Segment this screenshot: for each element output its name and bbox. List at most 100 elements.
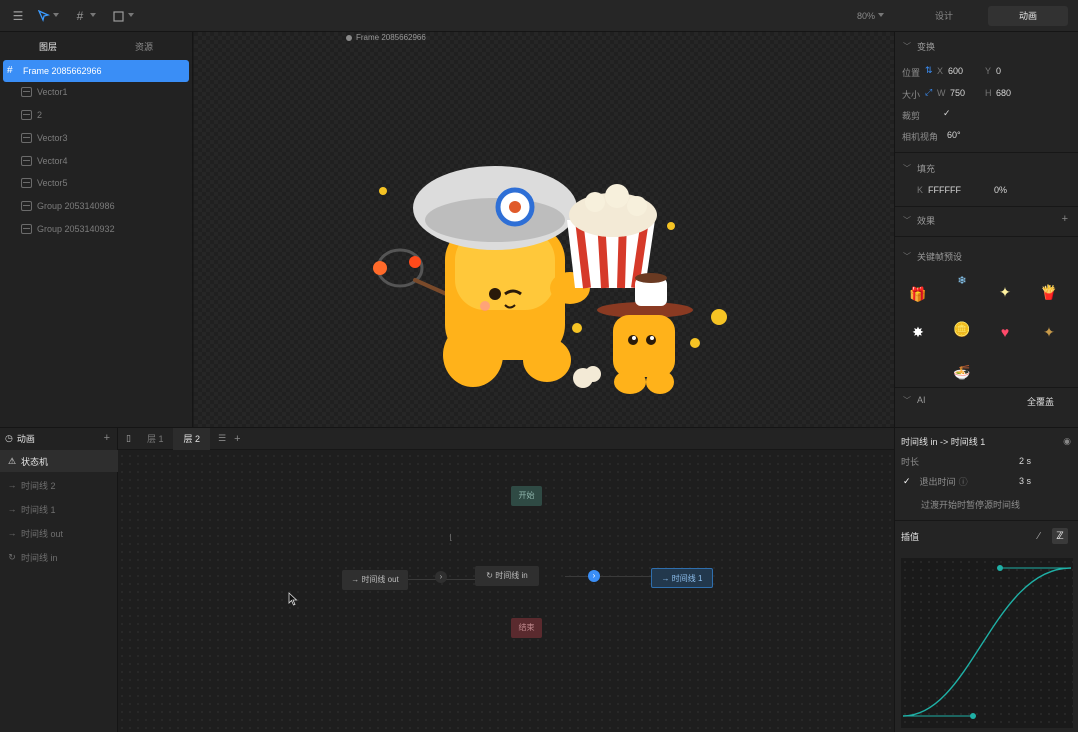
- layer-item[interactable]: Vector1: [0, 81, 193, 103]
- add-animation-button[interactable]: +: [104, 432, 110, 444]
- mascot-illustration[interactable]: [355, 160, 730, 400]
- layer-item[interactable]: Group 2053140932: [0, 218, 193, 240]
- link-icon[interactable]: ⇅: [925, 65, 933, 76]
- animation-item[interactable]: → 时间线 2: [0, 474, 118, 496]
- info-icon[interactable]: ⓘ: [959, 475, 968, 488]
- timeline-out-node[interactable]: → 时间线 out: [342, 570, 408, 590]
- tab-layer-2[interactable]: 层 2: [173, 427, 210, 450]
- chevron-down-icon: ﹀: [903, 41, 911, 51]
- layer-item[interactable]: Group 2053140986: [0, 195, 193, 217]
- pointer-icon[interactable]: [36, 8, 52, 24]
- animation-item[interactable]: → 时间线 1: [0, 498, 118, 520]
- w-field[interactable]: 750: [950, 88, 965, 98]
- clip-checkbox[interactable]: ✓: [943, 108, 951, 119]
- layer-tabs: ▯ 层 1 层 2 ☰ +: [118, 427, 894, 450]
- start-node[interactable]: 开始: [511, 486, 542, 506]
- exit-time-field[interactable]: 3 s: [1019, 476, 1031, 486]
- animations-panel: ◷ 动画 + ⚠ 状态机 → 时间线 2 → 时间线 1 → 时间线 out ↻…: [0, 427, 118, 732]
- animation-item-state-machine[interactable]: ⚠ 状态机: [0, 450, 118, 472]
- frame-label[interactable]: Frame 2085662966: [346, 33, 426, 42]
- layer-item[interactable]: 2: [0, 104, 193, 126]
- bowl-icon[interactable]: 🍜: [950, 360, 974, 384]
- tab-layers[interactable]: 图层: [0, 40, 96, 53]
- color-swatch-icon[interactable]: K: [917, 185, 923, 195]
- section-effects[interactable]: ﹀ 效果: [895, 210, 1078, 230]
- chevron-down-icon[interactable]: [53, 13, 59, 17]
- add-layer-button[interactable]: +: [234, 433, 240, 445]
- animation-item[interactable]: ↻ 时间线 in: [0, 546, 118, 568]
- top-toolbar: ☰ # 80% 设计 动画: [0, 0, 1078, 32]
- size-label: 大小: [902, 90, 921, 100]
- tab-assets[interactable]: 资源: [96, 40, 192, 53]
- layer-item-frame[interactable]: # Frame 2085662966: [3, 60, 189, 82]
- section-keyframe-presets[interactable]: ﹀ 关键帧预设: [895, 246, 1078, 266]
- duration-field[interactable]: 2 s: [1019, 456, 1031, 466]
- curve-handle-start[interactable]: [970, 713, 976, 719]
- animations-header: ◷ 动画 +: [5, 432, 110, 444]
- layer-item[interactable]: Vector3: [0, 127, 193, 149]
- divider: [895, 206, 1078, 207]
- zoom-level[interactable]: 80%: [857, 11, 875, 21]
- transition-arrow-icon[interactable]: ›: [588, 570, 600, 582]
- animation-item[interactable]: → 时间线 out: [0, 522, 118, 544]
- burst-icon[interactable]: ✸: [906, 320, 930, 344]
- chevron-down-icon[interactable]: [90, 13, 96, 17]
- timeline-1-node[interactable]: → 时间线 1: [651, 568, 713, 588]
- x-field[interactable]: 600: [948, 66, 963, 76]
- layer-label: Vector1: [37, 87, 68, 97]
- cubic-icon[interactable]: ℤ: [1052, 528, 1068, 544]
- fill-opacity-field[interactable]: 0%: [994, 185, 1007, 195]
- chevron-down-icon[interactable]: [878, 13, 884, 17]
- divider: [895, 520, 1078, 521]
- h-field[interactable]: 680: [996, 88, 1011, 98]
- menu-icon[interactable]: ☰: [10, 8, 26, 24]
- loop-icon: ↻: [486, 571, 496, 580]
- section-fill[interactable]: ﹀ 填充: [895, 158, 1078, 178]
- exit-time-checkbox[interactable]: ✓: [903, 476, 911, 487]
- layer-item[interactable]: Vector4: [0, 150, 193, 172]
- pause-option-label[interactable]: 过渡开始时暂停源时间线: [921, 498, 1020, 511]
- chevron-down-icon[interactable]: [128, 13, 134, 17]
- transition-arrow-icon[interactable]: ›: [435, 571, 447, 583]
- ai-mode-select[interactable]: 全覆盖: [1027, 395, 1054, 408]
- tab-animation[interactable]: 动画: [988, 6, 1068, 26]
- pause-option-row: 过渡开始时暂停源时间线: [895, 495, 1078, 513]
- fill-color-field[interactable]: FFFFFF: [928, 185, 961, 195]
- frame-icon[interactable]: #: [72, 8, 88, 24]
- eye-icon[interactable]: ◉: [1063, 436, 1071, 447]
- state-machine-graph[interactable]: ▯ 层 1 层 2 ☰ + › › ⌊ 开始 → 时间线 out ↻ 时间线 i…: [118, 427, 894, 732]
- panel-toggle-icon[interactable]: ▯: [126, 433, 131, 444]
- transition-line[interactable]: [565, 576, 651, 577]
- timeline-in-node[interactable]: ↻ 时间线 in: [475, 566, 539, 586]
- interpolation-curve-editor[interactable]: [901, 558, 1073, 728]
- y-field[interactable]: 0: [996, 66, 1001, 76]
- fries-icon[interactable]: 🍟: [1037, 280, 1061, 304]
- clip-label: 裁剪: [902, 111, 921, 121]
- camera-field[interactable]: 60°: [947, 130, 961, 140]
- frame-icon: #: [7, 65, 13, 76]
- x-label: X: [937, 66, 944, 76]
- heart-icon[interactable]: ♥: [993, 320, 1017, 344]
- tab-layer-1[interactable]: 层 1: [137, 428, 174, 450]
- shape-icon[interactable]: [110, 8, 126, 24]
- curve-handle-end[interactable]: [997, 565, 1003, 571]
- gift-icon[interactable]: 🎁: [906, 282, 930, 306]
- list-icon[interactable]: ☰: [218, 433, 226, 444]
- vector-icon: [21, 156, 32, 166]
- sparkle-icon[interactable]: ✦: [993, 280, 1017, 304]
- group-icon: [21, 201, 32, 211]
- layer-item[interactable]: Vector5: [0, 172, 193, 194]
- star-icon[interactable]: ✦: [1037, 320, 1061, 344]
- coin-icon[interactable]: 🪙: [950, 317, 974, 341]
- end-node[interactable]: 结束: [511, 618, 542, 638]
- linear-icon[interactable]: ∕: [1031, 528, 1047, 544]
- layer-label: Vector5: [37, 178, 68, 188]
- tab-design[interactable]: 设计: [900, 6, 988, 26]
- transition-panel: 时间线 in -> 时间线 1 ◉ 时长 2 s ✓ 退出时间 ⓘ 3 s 过渡…: [894, 427, 1078, 732]
- link-icon[interactable]: ⤢: [925, 87, 932, 98]
- add-effect-button[interactable]: +: [1062, 213, 1068, 225]
- section-transform[interactable]: ﹀ 变换: [895, 36, 1078, 56]
- layer-label: Group 2053140986: [37, 201, 115, 211]
- snowflake-icon[interactable]: ❄: [950, 268, 974, 292]
- arrow-right-icon: →: [7, 480, 17, 490]
